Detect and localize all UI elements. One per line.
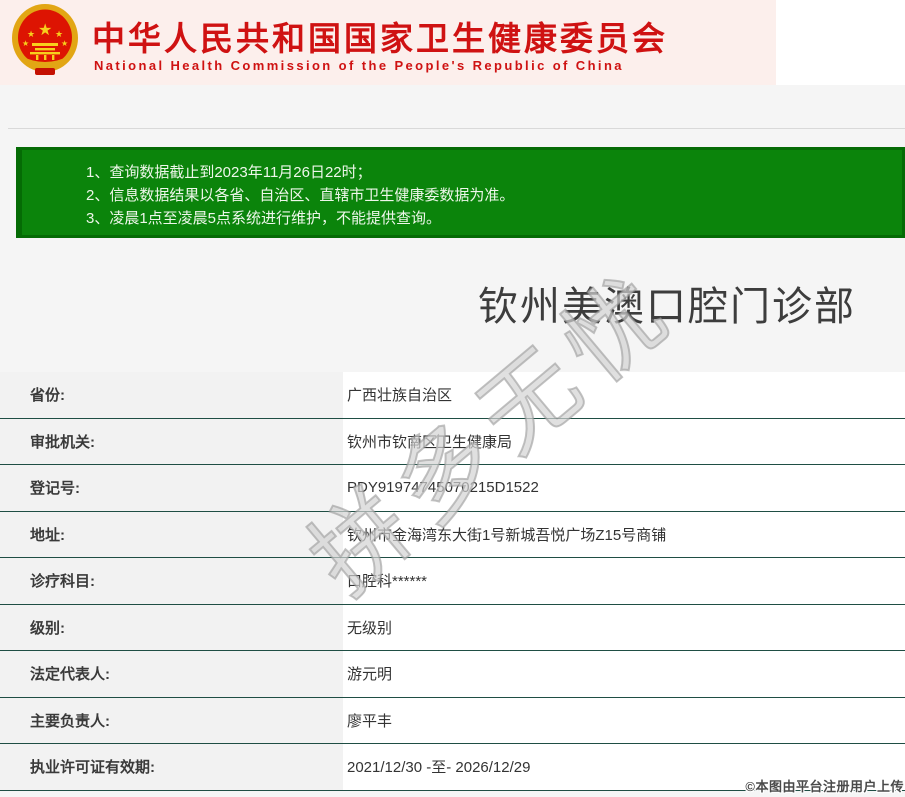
license-query-result-page: ★ ★ ★ ★ ★ 中华人民共和国国家卫生健康委员会 National Heal… bbox=[0, 0, 905, 797]
field-value: PDY91974745070215D1522 bbox=[343, 465, 905, 511]
field-label: 登记号: bbox=[0, 465, 343, 511]
notice-box: 1、查询数据截止到2023年11月26日22时； 2、信息数据结果以各省、自治区… bbox=[16, 147, 905, 238]
license-detail-table: 省份: 广西壮族自治区 审批机关: 钦州市钦南区卫生健康局 登记号: PDY91… bbox=[0, 372, 905, 791]
header-title-en: National Health Commission of the People… bbox=[94, 58, 624, 73]
field-label: 执业许可证有效期: bbox=[0, 744, 343, 790]
field-value: 钦州市钦南区卫生健康局 bbox=[343, 418, 905, 464]
field-value: 口腔科****** bbox=[343, 558, 905, 604]
notice-line-3: 3、凌晨1点至凌晨5点系统进行维护，不能提供查询。 bbox=[86, 210, 442, 227]
notice-line-2: 2、信息数据结果以各省、自治区、直辖市卫生健康委数据为准。 bbox=[86, 187, 515, 204]
svg-text:★: ★ bbox=[22, 39, 29, 48]
field-label: 诊疗科目: bbox=[0, 558, 343, 604]
notice-line-1: 1、查询数据截止到2023年11月26日22时； bbox=[86, 164, 372, 181]
field-label: 级别: bbox=[0, 604, 343, 650]
image-copyright-note: ©本图由平台注册用户上传 bbox=[745, 779, 904, 794]
table-row-level: 级别: 无级别 bbox=[0, 604, 905, 651]
table-row-principal: 主要负责人: 廖平丰 bbox=[0, 697, 905, 744]
field-value: 游元明 bbox=[343, 651, 905, 697]
header-title-cn: 中华人民共和国国家卫生健康委员会 bbox=[92, 20, 668, 57]
facility-name-title: 钦州美澳口腔门诊部 bbox=[478, 285, 856, 329]
field-value: 廖平丰 bbox=[343, 697, 905, 743]
field-value: 无级别 bbox=[343, 604, 905, 650]
field-label: 主要负责人: bbox=[0, 697, 343, 743]
national-emblem-icon: ★ ★ ★ ★ ★ bbox=[12, 4, 78, 75]
svg-text:★: ★ bbox=[61, 39, 68, 48]
field-value: 钦州市金海湾东大街1号新城吾悦广场Z15号商铺 bbox=[343, 511, 905, 557]
field-label: 省份: bbox=[0, 372, 343, 418]
table-row-registration-number: 登记号: PDY91974745070215D1522 bbox=[0, 465, 905, 512]
table-row-medical-subjects: 诊疗科目: 口腔科****** bbox=[0, 558, 905, 605]
svg-text:★: ★ bbox=[27, 29, 35, 39]
table-row-legal-representative: 法定代表人: 游元明 bbox=[0, 651, 905, 698]
table-row-province: 省份: 广西壮族自治区 bbox=[0, 372, 905, 419]
field-label: 地址: bbox=[0, 511, 343, 557]
site-header: ★ ★ ★ ★ ★ 中华人民共和国国家卫生健康委员会 National Heal… bbox=[0, 0, 776, 85]
svg-text:★: ★ bbox=[55, 29, 63, 39]
svg-text:★: ★ bbox=[38, 22, 52, 39]
table-row-approval-authority: 审批机关: 钦州市钦南区卫生健康局 bbox=[0, 418, 905, 465]
field-label: 法定代表人: bbox=[0, 651, 343, 697]
field-value: 广西壮族自治区 bbox=[343, 372, 905, 418]
field-label: 审批机关: bbox=[0, 418, 343, 464]
header-divider bbox=[8, 128, 905, 129]
table-row-address: 地址: 钦州市金海湾东大街1号新城吾悦广场Z15号商铺 bbox=[0, 511, 905, 558]
